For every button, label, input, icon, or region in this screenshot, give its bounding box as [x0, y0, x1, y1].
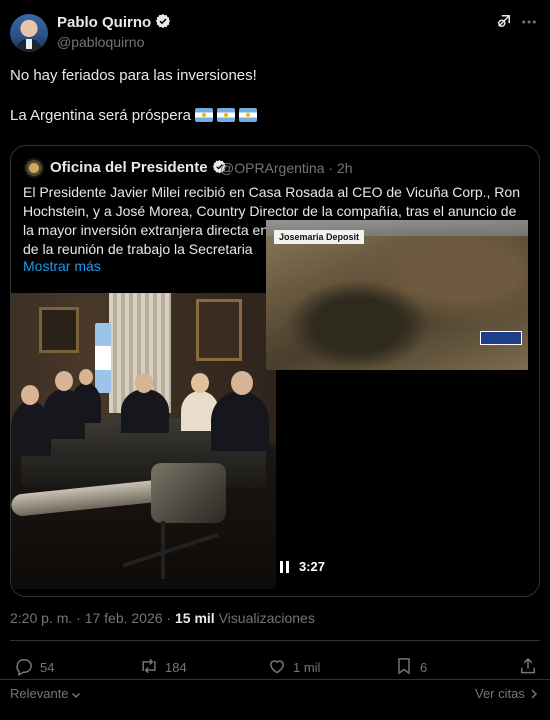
- verified-icon: [155, 14, 171, 29]
- reply-icon: [16, 659, 32, 676]
- view-quotes-link[interactable]: Ver citas: [475, 686, 538, 701]
- grok-icon[interactable]: [495, 12, 513, 30]
- video-badge: [480, 331, 522, 345]
- bookmark-button[interactable]: 6: [394, 656, 427, 676]
- tweet-line-2: La Argentina será próspera: [10, 106, 530, 126]
- chevron-right-icon: [531, 689, 537, 699]
- share-icon: [521, 657, 535, 674]
- divider: [0, 679, 550, 680]
- quoted-handle: @OPRArgentina · 2h: [220, 160, 353, 176]
- bookmark-icon: [398, 658, 410, 675]
- repost-button[interactable]: 184: [139, 656, 187, 676]
- quoted-video[interactable]: Josemaria Deposit: [266, 220, 528, 370]
- repost-icon: [142, 658, 156, 674]
- argentina-flag-icon: [194, 108, 213, 122]
- quoted-name: Oficina del Presidente: [50, 159, 227, 176]
- quoted-photo[interactable]: [11, 293, 276, 589]
- video-duration: 3:27: [299, 559, 326, 574]
- chevron-down-icon: [71, 692, 80, 699]
- views-label: Visualizaciones: [214, 610, 315, 626]
- author-handle[interactable]: @pabloquirno: [57, 34, 144, 50]
- quoted-avatar: [24, 158, 44, 178]
- like-button[interactable]: 1 mil: [267, 656, 320, 676]
- divider: [10, 640, 540, 641]
- post-meta: 2:20 p. m. · 17 feb. 2026 · 15 mil Visua…: [10, 610, 315, 626]
- argentina-flag-icon: [238, 108, 257, 122]
- show-more-link[interactable]: Mostrar más: [23, 258, 101, 274]
- post-time[interactable]: 2:20 p. m. · 17 feb. 2026 ·: [10, 610, 175, 626]
- quoted-post[interactable]: Oficina del Presidente @OPRArgentina · 2…: [10, 145, 540, 597]
- author-avatar[interactable]: [10, 14, 48, 52]
- share-button[interactable]: [518, 656, 544, 676]
- avatar-shirt: [26, 39, 32, 49]
- views-count: 15 mil: [175, 610, 215, 626]
- more-icon[interactable]: [520, 13, 538, 31]
- heart-icon: [269, 660, 285, 674]
- video-caption: Josemaria Deposit: [274, 230, 365, 244]
- reply-button[interactable]: 54: [14, 656, 54, 676]
- tweet-line-1: No hay feriados para las inversiones!: [10, 67, 257, 84]
- pause-icon[interactable]: [280, 561, 290, 573]
- argentina-flag-icon: [216, 108, 235, 122]
- sort-dropdown[interactable]: Relevante: [10, 686, 81, 701]
- author-name[interactable]: Pablo Quirno: [57, 13, 171, 31]
- tweet-text: No hay feriados para las inversiones! La…: [10, 66, 530, 126]
- video-controls[interactable]: 3:27: [280, 559, 325, 574]
